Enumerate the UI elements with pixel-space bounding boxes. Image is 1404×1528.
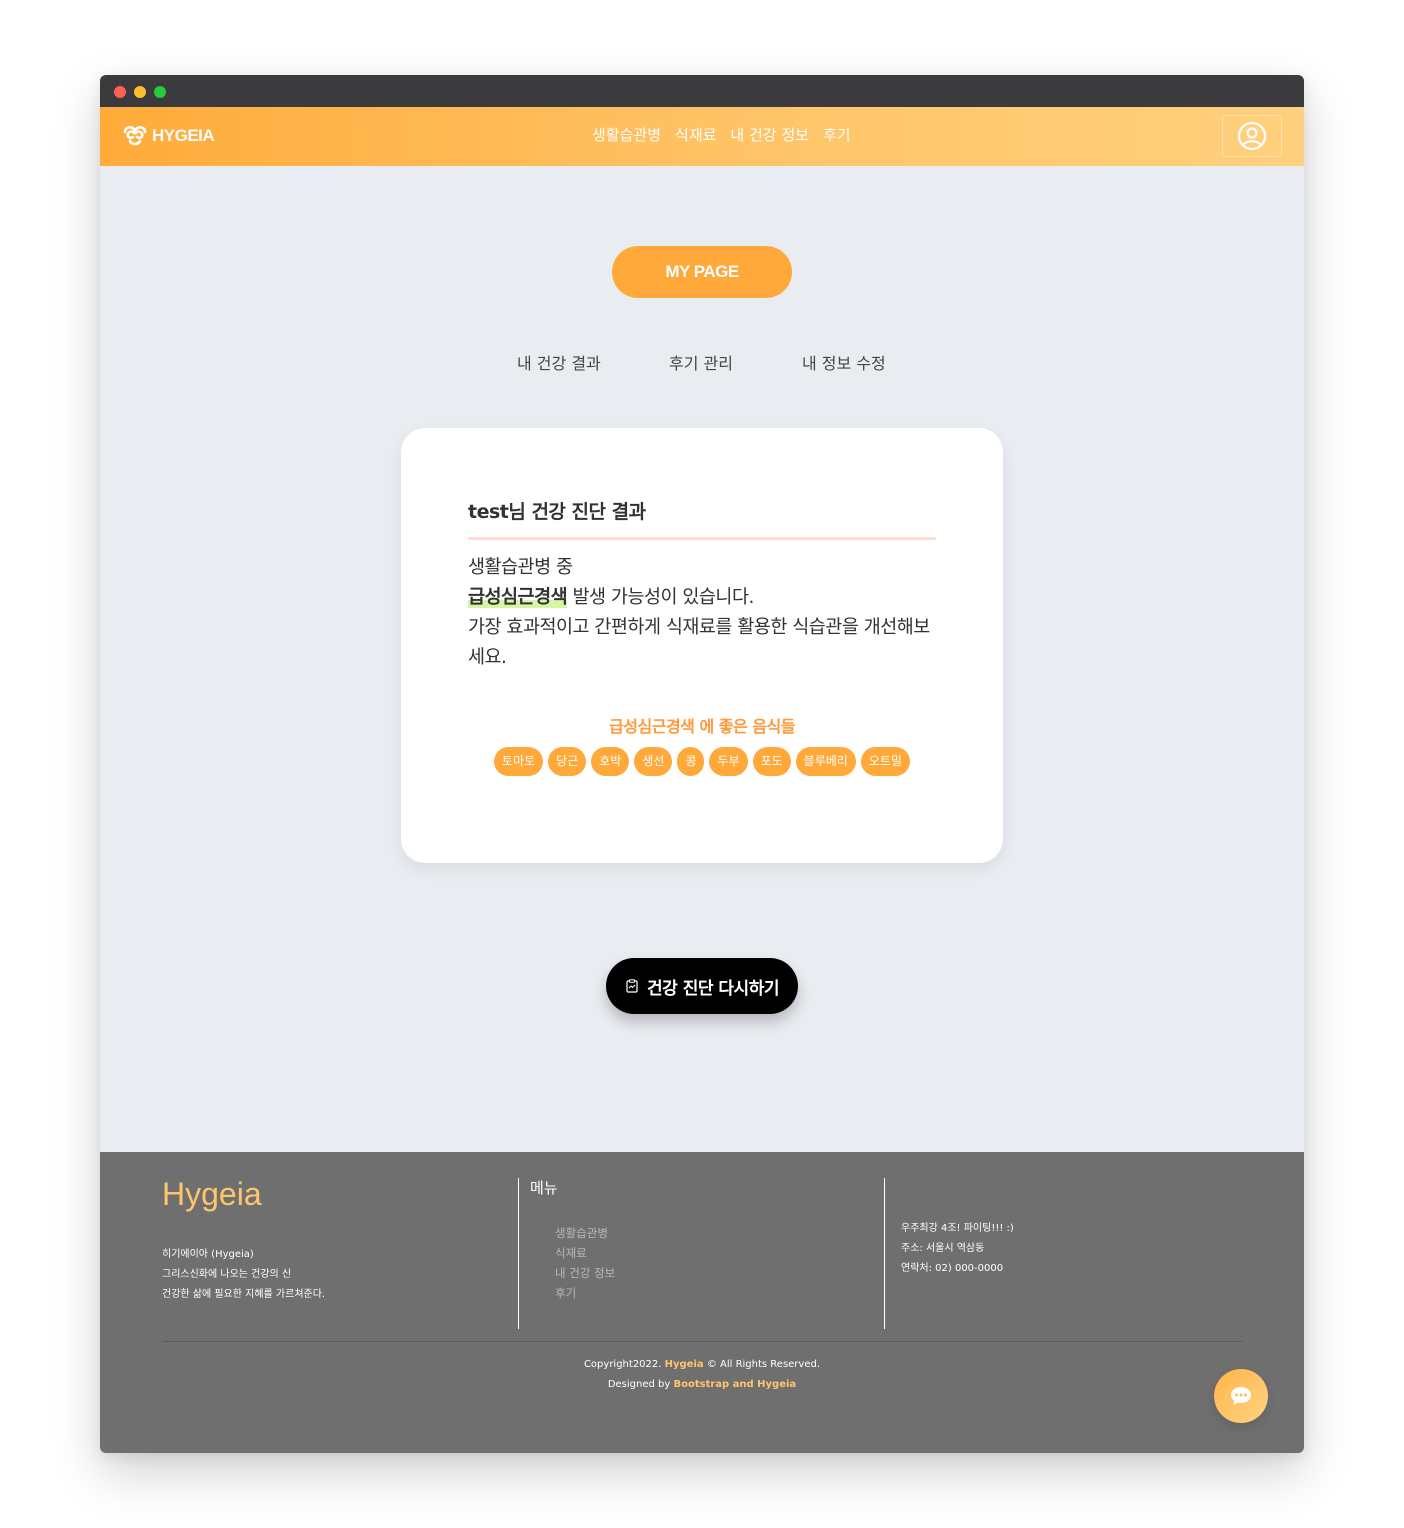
footer-divider-right xyxy=(884,1178,885,1329)
retry-diagnosis-label: 건강 진단 다시하기 xyxy=(647,978,779,999)
footer-contact: 우주최강 4조! 파이팅!!! :) 주소: 서울시 역삼동 연락처: 02) … xyxy=(901,1219,1014,1279)
footer-about: 히기에이아 (Hygeia) 그리스신화에 나오는 건강의 신 건강한 삶에 필… xyxy=(162,1245,325,1305)
footer-about-line: 건강한 삶에 필요한 지혜를 가르쳐준다. xyxy=(162,1289,326,1300)
hygeia-logo-icon xyxy=(123,126,147,146)
footer-contact-line: 주소: 서울시 역삼동 xyxy=(901,1243,985,1254)
food-chip[interactable]: 블루베리 xyxy=(795,747,856,776)
result-divider xyxy=(468,537,936,540)
user-circle-icon xyxy=(1237,121,1267,151)
footer-copyright: Copyright2022. Hygeia © All Rights Reser… xyxy=(100,1355,1304,1395)
health-result-card: test님 건강 진단 결과 생활습관병 중 급성심근경색 발생 가능성이 있습… xyxy=(401,428,1003,863)
food-chip[interactable]: 당근 xyxy=(548,747,587,776)
chat-button[interactable] xyxy=(1214,1369,1268,1423)
footer: Hygeia 히기에이아 (Hygeia) 그리스신화에 나오는 건강의 신 건… xyxy=(100,1152,1304,1453)
footer-menu-item[interactable]: 내 건강 정보 xyxy=(555,1263,615,1283)
navbar: HYGEIA 생활습관병 식재료 내 건강 정보 후기 xyxy=(100,107,1304,166)
profile-button[interactable] xyxy=(1222,115,1282,157)
close-window-dot[interactable] xyxy=(114,86,126,98)
footer-menu-item[interactable]: 식재료 xyxy=(555,1243,615,1263)
browser-window: HYGEIA 생활습관병 식재료 내 건강 정보 후기 MY PAGE 내 건강… xyxy=(100,75,1304,1453)
result-line-2-rest: 발생 가능성이 있습니다. xyxy=(567,587,755,608)
subnav-health-result[interactable]: 내 건강 결과 xyxy=(517,350,601,374)
designed-by-line: Designed by Bootstrap and Hygeia xyxy=(100,1375,1304,1395)
mypage-subnav: 내 건강 결과 후기 관리 내 정보 수정 xyxy=(100,350,1304,374)
result-line-1: 생활습관병 중 xyxy=(468,557,573,578)
food-chip[interactable]: 토마토 xyxy=(494,747,544,776)
main-nav: 생활습관병 식재료 내 건강 정보 후기 xyxy=(592,124,851,145)
chat-bubble-icon xyxy=(1231,1387,1251,1405)
footer-menu-item[interactable]: 생활습관병 xyxy=(555,1223,615,1243)
food-chip-list: 토마토 당근 호박 생선 콩 두부 포도 블루베리 오트밀 xyxy=(401,747,1003,776)
brand-name: HYGEIA xyxy=(152,126,215,145)
nav-link-lifestyle-disease[interactable]: 생활습관병 xyxy=(592,124,661,145)
food-chip[interactable]: 콩 xyxy=(677,747,705,776)
copyright-brand[interactable]: Hygeia xyxy=(665,1359,704,1370)
minimize-window-dot[interactable] xyxy=(134,86,146,98)
window-titlebar xyxy=(100,75,1304,107)
food-chip[interactable]: 호박 xyxy=(591,747,630,776)
result-title: test님 건강 진단 결과 xyxy=(468,501,646,523)
copyright-suffix: © All Rights Reserved. xyxy=(703,1359,821,1370)
subnav-review-management[interactable]: 후기 관리 xyxy=(669,350,733,374)
brand-logo[interactable]: HYGEIA xyxy=(122,123,215,149)
footer-about-line: 히기에이아 (Hygeia) xyxy=(162,1249,254,1260)
food-chip[interactable]: 생선 xyxy=(634,747,673,776)
footer-menu-list: 생활습관병 식재료 내 건강 정보 후기 xyxy=(555,1223,615,1303)
result-text: 생활습관병 중 급성심근경색 발생 가능성이 있습니다. 가장 효과적이고 간편… xyxy=(468,553,938,673)
result-line-2: 급성심근경색 발생 가능성이 있습니다. xyxy=(468,583,938,613)
footer-divider-left xyxy=(518,1178,519,1329)
footer-menu-item[interactable]: 후기 xyxy=(555,1283,615,1303)
footer-separator xyxy=(162,1341,1242,1342)
disease-name: 급성심근경색 xyxy=(468,587,568,608)
maximize-window-dot[interactable] xyxy=(154,86,166,98)
nav-link-ingredients[interactable]: 식재료 xyxy=(675,124,716,145)
designed-by-prefix: Designed by xyxy=(607,1379,674,1390)
nav-link-reviews[interactable]: 후기 xyxy=(823,124,851,145)
nav-link-my-health[interactable]: 내 건강 정보 xyxy=(730,124,809,145)
footer-contact-line: 우주최강 4조! 파이팅!!! :) xyxy=(901,1223,1014,1234)
food-chip[interactable]: 두부 xyxy=(709,747,748,776)
clipboard-icon xyxy=(626,979,638,993)
footer-logo[interactable]: Hygeia xyxy=(162,1176,262,1213)
copyright-line: Copyright2022. Hygeia © All Rights Reser… xyxy=(100,1355,1304,1375)
mypage-title-button[interactable]: MY PAGE xyxy=(612,246,792,298)
footer-contact-line: 연락처: 02) 000-0000 xyxy=(901,1263,1004,1274)
result-line-3: 가장 효과적이고 간편하게 식재료를 활용한 식습관을 개선해보세요. xyxy=(468,617,930,668)
retry-diagnosis-button[interactable]: 건강 진단 다시하기 xyxy=(606,958,798,1014)
copyright-prefix: Copyright2022. xyxy=(583,1359,665,1370)
subnav-edit-profile[interactable]: 내 정보 수정 xyxy=(802,350,886,374)
food-chip[interactable]: 오트밀 xyxy=(860,747,910,776)
recommended-foods-title: 급성심근경색 에 좋은 음식들 xyxy=(609,717,795,736)
footer-about-line: 그리스신화에 나오는 건강의 신 xyxy=(162,1269,292,1280)
designed-by-link[interactable]: Bootstrap and Hygeia xyxy=(673,1379,796,1390)
food-chip[interactable]: 포도 xyxy=(752,747,791,776)
footer-menu-title: 메뉴 xyxy=(530,1179,558,1197)
